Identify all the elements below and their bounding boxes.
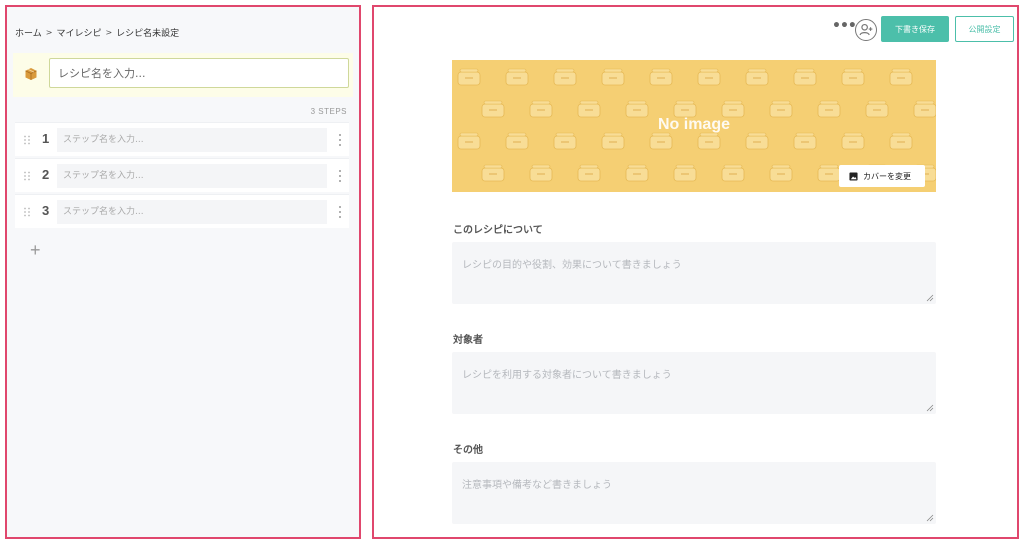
- pattern-motif: [769, 164, 793, 182]
- pattern-motif: [649, 68, 673, 86]
- pattern-motif: [817, 100, 841, 118]
- add-user-icon[interactable]: [855, 19, 877, 41]
- step-item[interactable]: 1: [15, 122, 349, 156]
- pattern-motif: [625, 100, 649, 118]
- step-number: 2: [42, 167, 50, 182]
- pattern-motif: [505, 68, 529, 86]
- recipe-name-input[interactable]: [49, 58, 349, 88]
- pattern-motif: [841, 132, 865, 150]
- pattern-motif: [553, 68, 577, 86]
- cover-image: No image カバーを変更: [452, 60, 936, 192]
- pattern-motif: [697, 68, 721, 86]
- other-section-label: その他: [453, 445, 483, 456]
- pattern-motif: [889, 132, 913, 150]
- resize-handle-icon[interactable]: [926, 404, 934, 412]
- audience-section-label: 対象者: [453, 335, 483, 346]
- pattern-motif: [529, 164, 553, 182]
- about-textarea[interactable]: [452, 242, 936, 304]
- pattern-motif: [841, 68, 865, 86]
- pattern-motif: [625, 164, 649, 182]
- pattern-motif: [793, 132, 817, 150]
- drag-handle-icon[interactable]: [23, 171, 31, 181]
- step-sidebar: ホーム > マイレシピ > レシピ名未設定 3 STEPS 1: [5, 5, 361, 539]
- step-name-input[interactable]: [57, 164, 327, 188]
- pattern-motif: [481, 164, 505, 182]
- image-icon: [849, 171, 858, 181]
- step-list: 1 2 3: [15, 122, 349, 230]
- step-item[interactable]: 3: [15, 194, 349, 228]
- step-item[interactable]: 2: [15, 158, 349, 192]
- pattern-motif: [553, 132, 577, 150]
- pattern-motif: [913, 100, 936, 118]
- more-options-button[interactable]: •••: [832, 18, 857, 34]
- change-cover-label: カバーを変更: [863, 171, 911, 181]
- recipe-editor: ••• 下書き保存 公開設定 No image カバーを変更 このレシピについて…: [372, 5, 1019, 539]
- pattern-motif: [745, 68, 769, 86]
- pattern-motif: [457, 132, 481, 150]
- pattern-motif: [529, 100, 553, 118]
- kebab-menu-icon[interactable]: [337, 205, 343, 219]
- pattern-motif: [673, 164, 697, 182]
- pattern-motif: [721, 164, 745, 182]
- pattern-motif: [601, 68, 625, 86]
- pattern-motif: [817, 164, 841, 182]
- pattern-motif: [577, 100, 601, 118]
- kebab-menu-icon[interactable]: [337, 169, 343, 183]
- step-name-input[interactable]: [57, 128, 327, 152]
- pattern-motif: [697, 132, 721, 150]
- pattern-motif: [721, 100, 745, 118]
- pattern-motif: [649, 132, 673, 150]
- publish-settings-button[interactable]: 公開設定: [955, 16, 1014, 42]
- breadcrumb-separator: >: [45, 28, 53, 37]
- recipe-name-row: [13, 53, 353, 97]
- drag-handle-icon[interactable]: [23, 207, 31, 217]
- breadcrumb: ホーム > マイレシピ > レシピ名未設定: [15, 26, 179, 39]
- pattern-motif: [481, 100, 505, 118]
- pattern-motif: [673, 100, 697, 118]
- pattern-motif: [457, 68, 481, 86]
- audience-textarea[interactable]: [452, 352, 936, 414]
- pattern-motif: [769, 100, 793, 118]
- pattern-motif: [577, 164, 601, 182]
- about-section-label: このレシピについて: [453, 225, 543, 236]
- drag-handle-icon[interactable]: [23, 135, 31, 145]
- breadcrumb-current: レシピ名未設定: [116, 29, 180, 39]
- breadcrumb-separator: >: [105, 28, 113, 37]
- step-name-input[interactable]: [57, 200, 327, 224]
- change-cover-button[interactable]: カバーを変更: [839, 165, 925, 187]
- no-image-label: No image: [657, 116, 730, 133]
- pattern-motif: [793, 68, 817, 86]
- resize-handle-icon[interactable]: [926, 514, 934, 522]
- add-step-button[interactable]: +: [30, 241, 41, 259]
- other-textarea[interactable]: [452, 462, 936, 524]
- breadcrumb-home[interactable]: ホーム: [15, 26, 42, 39]
- kebab-menu-icon[interactable]: [337, 133, 343, 147]
- steps-count: 3 STEPS: [310, 107, 347, 116]
- step-number: 1: [42, 131, 50, 146]
- pattern-motif: [865, 100, 889, 118]
- pattern-motif: [889, 68, 913, 86]
- pattern-motif: [505, 132, 529, 150]
- resize-handle-icon[interactable]: [926, 294, 934, 302]
- save-draft-button[interactable]: 下書き保存: [881, 16, 949, 42]
- breadcrumb-my-recipes[interactable]: マイレシピ: [56, 26, 101, 39]
- pattern-motif: [745, 132, 769, 150]
- step-number: 3: [42, 203, 50, 218]
- box-icon: [25, 68, 37, 80]
- pattern-motif: [601, 132, 625, 150]
